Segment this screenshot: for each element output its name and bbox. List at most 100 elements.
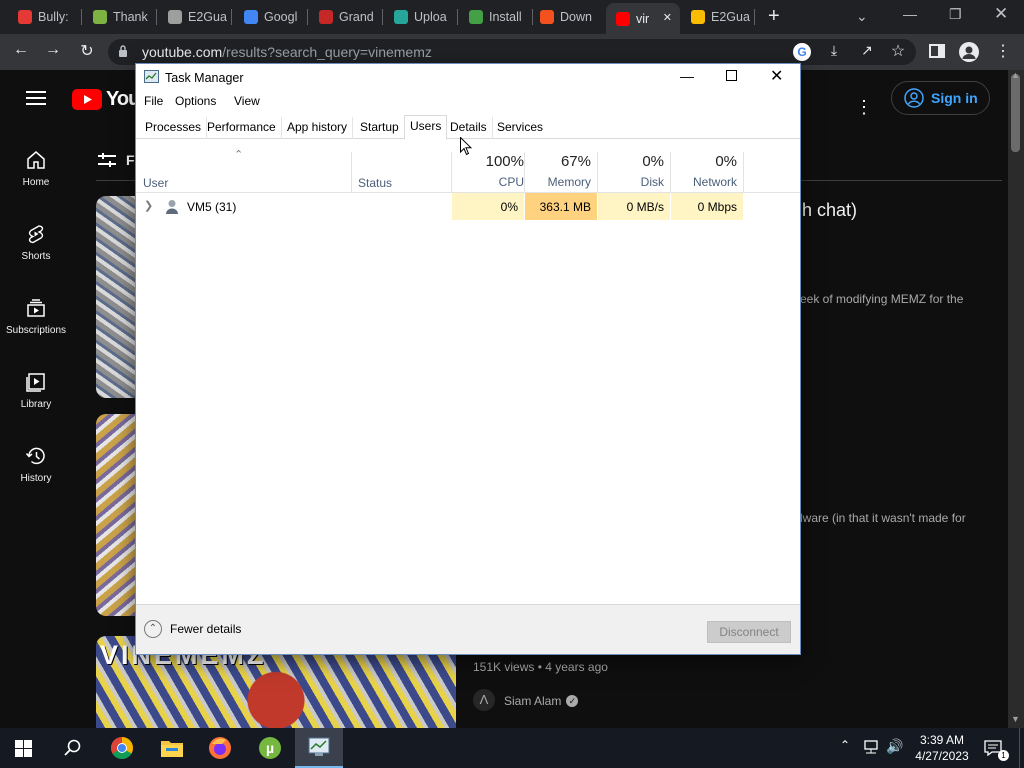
bookmark-star-icon[interactable]: ☆ [887, 41, 909, 61]
url-text[interactable]: youtube.com/results?search_query=vinemem… [142, 44, 432, 60]
menu-file[interactable]: File [144, 94, 163, 108]
fewer-details-button[interactable]: ⌃ Fewer details [144, 620, 241, 638]
profile-icon[interactable] [959, 42, 979, 62]
tab-separator [457, 9, 458, 25]
expand-chevron-icon[interactable]: ❯ [144, 199, 153, 212]
channel-name-link[interactable]: Siam Alam ✓ [504, 694, 579, 708]
taskbar-firefox-icon[interactable] [196, 728, 244, 768]
url-path: /results?search_query=vinememz [222, 44, 432, 60]
tab-title: Down [560, 10, 592, 24]
windows-start-icon[interactable] [15, 740, 32, 757]
browser-tab[interactable]: Googl [234, 5, 308, 29]
disconnect-button[interactable]: Disconnect [707, 621, 791, 643]
browser-tab[interactable]: Bully: [8, 5, 82, 29]
video-1-description: eek of modifying MEMZ for the [800, 292, 964, 306]
close-button[interactable]: ✕ [770, 66, 783, 86]
network-icon[interactable] [862, 740, 880, 754]
tab-title: vir [636, 11, 650, 26]
maximize-button[interactable] [726, 70, 737, 81]
tab-title: Grand [339, 10, 374, 24]
back-icon[interactable]: ← [10, 41, 32, 59]
filters-label: F [126, 152, 135, 168]
tab-title: Googl [264, 10, 298, 24]
nav-item-shorts[interactable]: Shorts [0, 223, 72, 262]
nav-item-label: Home [22, 177, 50, 188]
close-browser-button[interactable]: ✕ [994, 4, 1008, 24]
column-header-cpu[interactable]: 100% CPU [452, 153, 524, 189]
clock-date: 4/27/2023 [915, 749, 969, 763]
nav-item-subscriptions[interactable]: Subscriptions [0, 297, 72, 336]
taskbar-task-manager-icon[interactable] [295, 728, 343, 768]
browser-tab[interactable]: E2Gua [681, 5, 755, 29]
browser-tab[interactable]: Grand [309, 5, 383, 29]
close-tab-icon[interactable]: ✕ [663, 11, 672, 24]
nav-item-history[interactable]: History [0, 445, 72, 484]
youtube-play-logo-icon [72, 89, 102, 110]
filters-button[interactable]: F [98, 152, 135, 168]
column-header-network[interactable]: 0% Network [671, 153, 737, 189]
task-manager-title: Task Manager [165, 71, 244, 85]
tab-services[interactable]: Services [492, 117, 548, 139]
youtube-settings-icon[interactable]: ⋮ [855, 97, 873, 118]
clock-time: 3:39 AM [919, 733, 965, 747]
side-panel-icon[interactable] [929, 44, 945, 58]
taskbar-utorrent-icon[interactable]: µ [246, 728, 294, 768]
share-icon[interactable]: ↗ [856, 42, 878, 59]
tab-favicon-icon [319, 10, 333, 24]
search-icon[interactable] [64, 739, 82, 757]
tab-performance[interactable]: Performance [202, 117, 282, 139]
tab-separator [754, 9, 755, 25]
nav-item-home[interactable]: Home [0, 149, 72, 188]
chrome-menu-icon[interactable]: ⋮ [992, 41, 1014, 61]
tab-processes[interactable]: Processes [140, 117, 208, 139]
hamburger-menu-icon[interactable] [26, 90, 46, 106]
taskbar-chrome-icon[interactable] [98, 728, 146, 768]
menu-view[interactable]: View [234, 94, 260, 108]
column-header-status[interactable]: Status [358, 176, 392, 190]
scroll-down-arrow-icon[interactable]: ▼ [1011, 714, 1020, 724]
minimize-button[interactable]: — [680, 68, 694, 84]
browser-tab[interactable]: Install [459, 5, 533, 29]
browser-tab[interactable]: Thank [83, 5, 157, 29]
tab-title: Bully: [38, 10, 69, 24]
tab-title: E2Gua [711, 10, 750, 24]
video-1-title[interactable]: h chat) [802, 200, 857, 221]
browser-tab[interactable]: Uploa [384, 5, 458, 29]
menu-options[interactable]: Options [175, 94, 216, 108]
nav-item-label: Library [20, 399, 52, 410]
lock-icon[interactable] [118, 44, 128, 58]
column-divider [524, 152, 525, 192]
tab-details[interactable]: Details [445, 117, 493, 139]
volume-icon[interactable]: 🔊 [886, 738, 903, 755]
channel-avatar[interactable]: Λ [473, 689, 495, 711]
column-header-user[interactable]: User [143, 176, 168, 190]
browser-tab[interactable]: Down [530, 5, 604, 29]
forward-icon[interactable]: → [42, 41, 64, 59]
system-clock[interactable]: 3:39 AM 4/27/2023 [912, 732, 972, 764]
page-scrollbar[interactable] [1008, 70, 1024, 728]
tab-startup[interactable]: Startup [355, 117, 405, 139]
column-header-disk[interactable]: 0% Disk [598, 153, 664, 189]
minimize-browser-button[interactable]: — [903, 6, 917, 22]
show-desktop-button[interactable] [1019, 728, 1024, 768]
tab-search-icon[interactable]: ⌄ [856, 8, 868, 25]
browser-tab[interactable]: E2Gua [158, 5, 232, 29]
tab-favicon-icon [540, 10, 554, 24]
show-hidden-icons-chevron-icon[interactable]: ⌃ [840, 738, 850, 752]
taskbar-file-explorer-icon[interactable] [148, 728, 196, 768]
reload-icon[interactable]: ↻ [76, 41, 98, 61]
scroll-up-arrow-icon[interactable]: ▲ [1011, 70, 1020, 80]
install-app-icon[interactable]: ⤓ [823, 42, 845, 59]
video-3-metadata: 151K views • 4 years ago [473, 660, 608, 674]
sign-in-button[interactable]: Sign in [891, 81, 990, 115]
tab-users[interactable]: Users [404, 115, 448, 140]
network-label: Network [692, 175, 737, 189]
restore-browser-button[interactable]: ❐ [949, 6, 962, 23]
new-tab-button[interactable]: + [768, 5, 780, 28]
tab-app-history[interactable]: App history [282, 117, 354, 139]
column-header-memory[interactable]: 67% Memory [525, 153, 591, 189]
google-lens-icon[interactable]: G [793, 43, 811, 61]
nav-item-library[interactable]: Library [0, 371, 72, 410]
page-scrollbar-thumb[interactable] [1011, 74, 1020, 152]
browser-tab[interactable]: vir ✕ [606, 3, 680, 34]
